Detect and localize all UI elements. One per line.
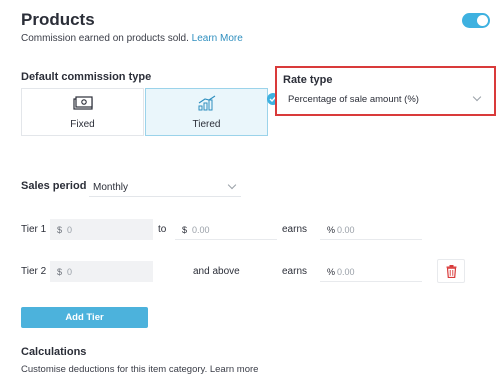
- tier-1-to-label: to: [158, 224, 167, 235]
- trash-icon: [446, 265, 457, 278]
- tier-2-percent-placeholder: 0.00: [337, 267, 355, 277]
- delete-tier-button[interactable]: [437, 259, 465, 283]
- dollar-symbol: $: [182, 225, 188, 235]
- bar-chart-icon: [198, 95, 215, 111]
- tiered-option-label: Tiered: [192, 119, 221, 130]
- tier-1-from-placeholder: 0: [67, 225, 73, 235]
- tier-2-earns-label: earns: [282, 266, 308, 277]
- tier-1-label: Tier 1: [21, 224, 47, 235]
- fixed-option-card[interactable]: Fixed: [21, 88, 144, 136]
- chevron-down-icon: [227, 180, 237, 190]
- products-toggle[interactable]: [462, 13, 490, 28]
- add-tier-button[interactable]: Add Tier: [21, 307, 148, 328]
- tier-2-label: Tier 2: [21, 266, 47, 277]
- tier-2-percent-input[interactable]: % 0.00: [320, 261, 422, 282]
- tier-2-from-input[interactable]: $ 0: [50, 261, 153, 282]
- rate-type-select[interactable]: Percentage of sale amount (%): [283, 90, 488, 110]
- learn-more-link[interactable]: Learn More: [192, 33, 243, 44]
- page-title: Products: [21, 10, 95, 29]
- tier-1-percent-placeholder: 0.00: [337, 225, 355, 235]
- rate-type-highlight: Rate type Percentage of sale amount (%): [275, 66, 496, 116]
- sales-period-label: Sales period: [21, 180, 87, 192]
- rate-type-value: Percentage of sale amount (%): [288, 94, 419, 105]
- tier-2-and-above-label: and above: [193, 266, 240, 277]
- sales-period-select[interactable]: Monthly: [89, 177, 241, 197]
- page-subtitle: Commission earned on products sold. Lear…: [21, 33, 243, 44]
- tier-1-from-input[interactable]: $ 0: [50, 219, 153, 240]
- percent-symbol: %: [327, 267, 336, 277]
- chevron-down-icon: [472, 92, 482, 102]
- dollar-symbol: $: [57, 225, 63, 235]
- fixed-option-label: Fixed: [70, 119, 95, 130]
- toggle-knob: [477, 15, 488, 26]
- tier-1-percent-input[interactable]: % 0.00: [320, 219, 422, 240]
- tier-1-to-placeholder: 0.00: [192, 225, 210, 235]
- tiered-option-card[interactable]: Tiered: [145, 88, 279, 136]
- dollar-symbol: $: [57, 267, 63, 277]
- calculations-subtitle: Customise deductions for this item categ…: [21, 364, 259, 375]
- tier-2-from-placeholder: 0: [67, 267, 73, 277]
- sales-period-value: Monthly: [93, 182, 129, 193]
- percent-symbol: %: [327, 225, 336, 235]
- tier-1-to-input[interactable]: $ 0.00: [175, 219, 277, 240]
- rate-type-label: Rate type: [283, 74, 333, 86]
- commission-type-label: Default commission type: [21, 71, 152, 83]
- tier-1-earns-label: earns: [282, 224, 308, 235]
- calculations-title: Calculations: [21, 346, 87, 358]
- subtitle-text: Commission earned on products sold.: [21, 33, 189, 44]
- cash-icon: [72, 96, 93, 110]
